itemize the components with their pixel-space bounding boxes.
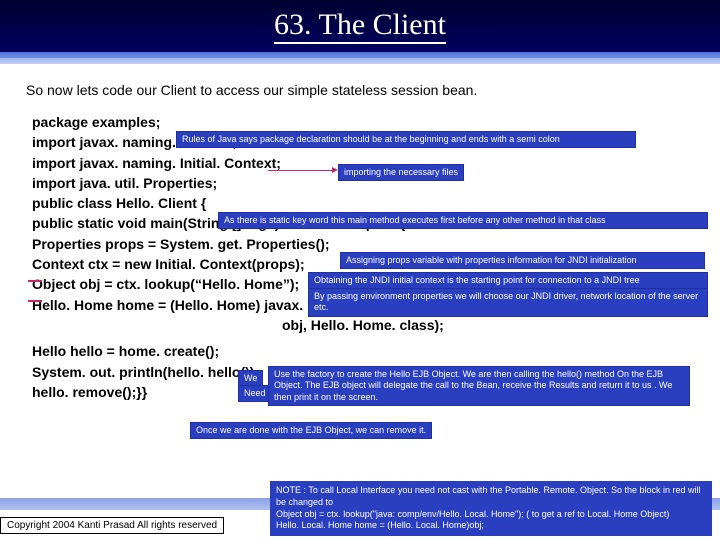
arrow-line — [28, 300, 42, 302]
copyright-text: Copyright 2004 Kanti Prasad All rights r… — [0, 517, 224, 534]
annotation-env-props: By passing environment properties we wil… — [308, 288, 708, 317]
annotation-remove: Once we are done with the EJB Object, we… — [190, 422, 432, 439]
code-line: package examples; — [32, 112, 696, 132]
annotation-need: Need — [238, 385, 272, 402]
annotation-jndi-context: Obtaining the JNDI initial context is th… — [308, 272, 708, 289]
annotation-factory: Use the factory to create the Hello EJB … — [268, 366, 690, 406]
annotation-imports: importing the necessary files — [338, 164, 464, 181]
code-line: Hello hello = home. create(); — [32, 341, 696, 361]
annotation-package: Rules of Java says package declaration s… — [176, 131, 636, 148]
slide-title: 63. The Client — [0, 0, 720, 52]
footer-note: NOTE : To call Local Interface you need … — [270, 481, 712, 536]
code-line: obj, Hello. Home. class); — [32, 315, 696, 335]
title-text: 63. The Client — [274, 8, 446, 44]
slide-body: So now lets code our Client to access ou… — [0, 64, 720, 402]
annotation-static: As there is static key word this main me… — [218, 212, 708, 229]
arrow-line — [28, 280, 42, 282]
arrow-line — [268, 170, 336, 171]
intro-text: So now lets code our Client to access ou… — [26, 82, 696, 98]
arrow-head-icon — [332, 167, 338, 173]
code-line: public class Hello. Client { — [32, 193, 696, 213]
annotation-props: Assigning props variable with properties… — [340, 252, 705, 269]
